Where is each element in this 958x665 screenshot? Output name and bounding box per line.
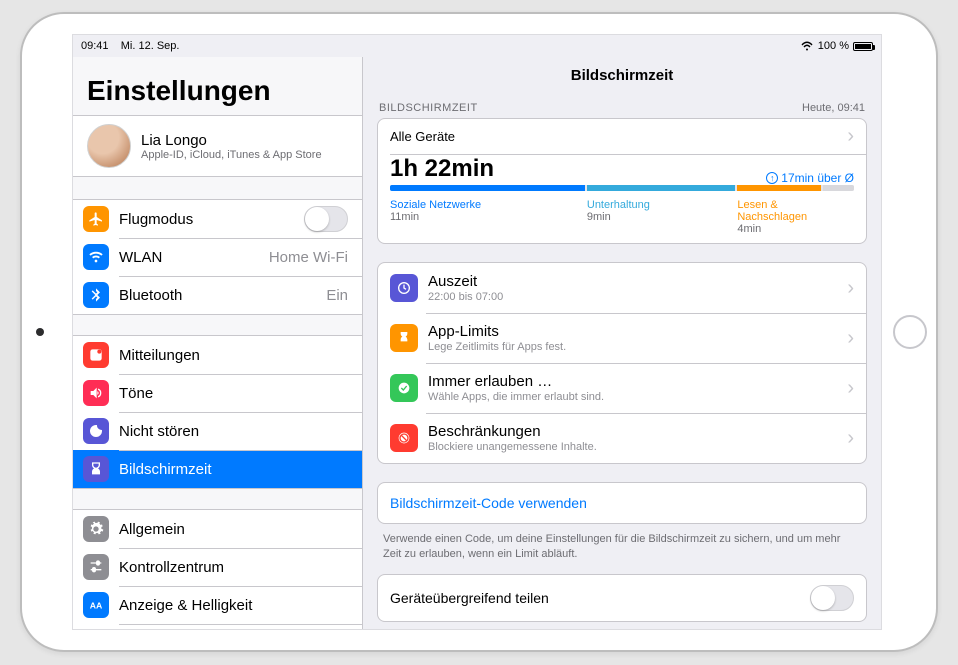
sidebar-item-control[interactable]: Kontrollzentrum xyxy=(73,548,362,586)
screen: 09:41 Mi. 12. Sep. 100 % Einstellungen L… xyxy=(72,34,882,630)
passcode-desc: Verwende einen Code, um deine Einstellun… xyxy=(363,528,881,574)
airplane-icon xyxy=(83,206,109,232)
category-name: Unterhaltung xyxy=(587,199,735,211)
sidebar-item-sounds[interactable]: Töne xyxy=(73,374,362,412)
bt-label: Bluetooth xyxy=(119,287,326,304)
notif-label: Mitteilungen xyxy=(119,347,348,364)
wifi-value: Home Wi-Fi xyxy=(269,249,348,266)
screentime-label: Bildschirmzeit xyxy=(119,461,348,478)
sidebar-item-display[interactable]: AA Anzeige & Helligkeit xyxy=(73,586,362,624)
category-value: 4min xyxy=(737,223,821,235)
camera-dot xyxy=(36,328,44,336)
detail-pane: Bildschirmzeit Bildschirmzeit Heute, 09:… xyxy=(363,57,881,629)
summary-today-label: Heute, 09:41 xyxy=(802,102,865,114)
sidebar-item-wifi[interactable]: WLAN Home Wi-Fi xyxy=(73,238,362,276)
notifications-icon xyxy=(83,342,109,368)
usage-bar xyxy=(390,185,854,191)
ipad-frame: 09:41 Mi. 12. Sep. 100 % Einstellungen L… xyxy=(20,12,938,652)
downtime-row[interactable]: Auszeit22:00 bis 07:00 › xyxy=(378,263,866,313)
control-icon xyxy=(83,554,109,580)
share-toggle[interactable] xyxy=(810,585,854,611)
wifi-icon xyxy=(800,41,814,51)
category-name: Lesen & Nachschlagen xyxy=(737,199,821,223)
apple-id-row[interactable]: Lia Longo Apple-ID, iCloud, iTunes & App… xyxy=(73,115,362,177)
sidebar-item-general[interactable]: Allgemein xyxy=(73,510,362,548)
avatar xyxy=(87,124,131,168)
share-desc: Dies kann auf jedem Gerät, das bei iClou… xyxy=(363,626,881,629)
wifi-settings-icon xyxy=(83,244,109,270)
display-label: Anzeige & Helligkeit xyxy=(119,597,348,614)
screentime-icon xyxy=(83,456,109,482)
general-label: Allgemein xyxy=(119,521,348,538)
sounds-label: Töne xyxy=(119,385,348,402)
applimits-row[interactable]: App-LimitsLege Zeitlimits für Apps fest.… xyxy=(378,313,866,363)
svg-text:AA: AA xyxy=(90,600,103,610)
arrow-up-icon: ↑ xyxy=(766,172,778,184)
use-passcode-link[interactable]: Bildschirmzeit-Code verwenden xyxy=(378,483,866,523)
airplane-label: Flugmodus xyxy=(119,211,304,228)
features-card: Auszeit22:00 bis 07:00 › App-LimitsLege … xyxy=(377,262,867,464)
chevron-right-icon: › xyxy=(847,427,854,450)
page-title: Bildschirmzeit xyxy=(363,57,881,102)
sidebar-item-notifications[interactable]: Mitteilungen xyxy=(73,336,362,374)
sidebar-item-airplane[interactable]: Flugmodus xyxy=(73,200,362,238)
bluetooth-icon xyxy=(83,282,109,308)
sidebar-title: Einstellungen xyxy=(73,57,362,115)
display-icon: AA xyxy=(83,592,109,618)
sidebar-item-screentime[interactable]: Bildschirmzeit xyxy=(73,450,362,488)
restrictions-row[interactable]: BeschränkungenBlockiere unangemessene In… xyxy=(378,413,866,463)
profile-name: Lia Longo xyxy=(141,132,322,149)
status-date: Mi. 12. Sep. xyxy=(121,40,180,52)
sidebar-item-dnd[interactable]: Nicht stören xyxy=(73,412,362,450)
airplane-toggle[interactable] xyxy=(304,206,348,232)
dnd-icon xyxy=(83,418,109,444)
sidebar-item-wallpaper[interactable]: Hintergrundbild xyxy=(73,624,362,629)
settings-sidebar: Einstellungen Lia Longo Apple-ID, iCloud… xyxy=(73,57,363,629)
share-label: Geräteübergreifend teilen xyxy=(390,590,549,606)
category-name: Soziale Netzwerke xyxy=(390,199,585,211)
check-icon xyxy=(390,374,418,402)
summary-section-label: Bildschirmzeit xyxy=(379,102,478,114)
delta-badge: ↑ 17min über Ø xyxy=(766,171,854,185)
chevron-right-icon: › xyxy=(847,277,854,300)
hourglass-icon xyxy=(390,324,418,352)
dnd-label: Nicht stören xyxy=(119,423,348,440)
summary-card[interactable]: Alle Geräte › 1h 22min ↑ 17min über Ø So… xyxy=(377,118,867,244)
gear-icon xyxy=(83,516,109,542)
sounds-icon xyxy=(83,380,109,406)
profile-sub: Apple-ID, iCloud, iTunes & App Store xyxy=(141,149,322,161)
sidebar-item-bluetooth[interactable]: Bluetooth Ein xyxy=(73,276,362,314)
control-label: Kontrollzentrum xyxy=(119,559,348,576)
bt-value: Ein xyxy=(326,287,348,304)
share-card: Geräteübergreifend teilen xyxy=(377,574,867,622)
chevron-right-icon: › xyxy=(847,377,854,400)
category-value: 11min xyxy=(390,211,585,223)
category-breakdown: Soziale Netzwerke11minUnterhaltung9minLe… xyxy=(378,197,866,243)
downtime-icon xyxy=(390,274,418,302)
status-bar: 09:41 Mi. 12. Sep. 100 % xyxy=(73,35,881,57)
status-time: 09:41 xyxy=(81,40,109,52)
total-time: 1h 22min xyxy=(378,155,506,185)
all-devices-label: Alle Geräte xyxy=(390,129,455,144)
chevron-right-icon: › xyxy=(847,327,854,350)
battery-icon xyxy=(853,42,873,51)
category-value: 9min xyxy=(587,211,735,223)
chevron-right-icon: › xyxy=(847,125,854,148)
block-icon xyxy=(390,424,418,452)
passcode-card: Bildschirmzeit-Code verwenden xyxy=(377,482,867,524)
wifi-label: WLAN xyxy=(119,249,269,266)
home-button[interactable] xyxy=(893,315,927,349)
battery-pct: 100 % xyxy=(818,40,849,52)
allowed-row[interactable]: Immer erlauben …Wähle Apps, die immer er… xyxy=(378,363,866,413)
